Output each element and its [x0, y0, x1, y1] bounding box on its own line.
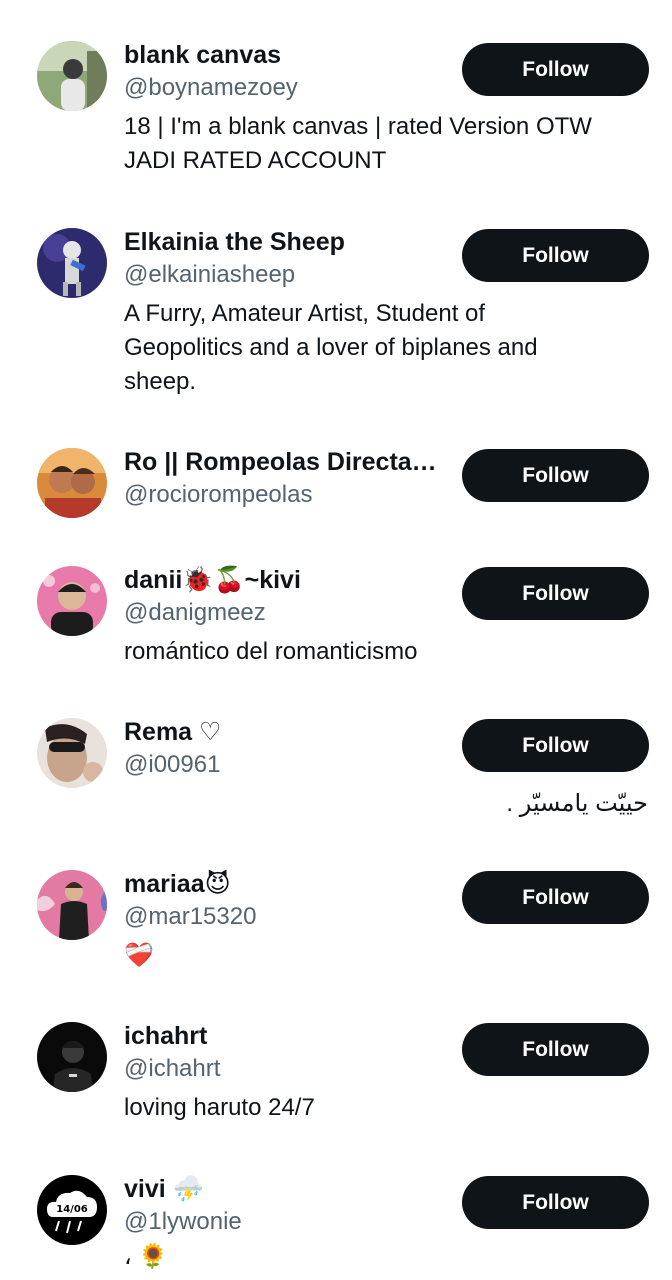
display-name[interactable]: danii🐞🍒~kivi — [124, 565, 301, 595]
display-name[interactable]: Elkainia the Sheep — [124, 227, 345, 257]
display-name[interactable]: blank canvas — [124, 40, 281, 70]
bio: ❤️‍🩹 — [124, 942, 154, 969]
display-name[interactable]: Ro || Rompeolas Directas… — [124, 447, 449, 477]
follow-button[interactable]: Follow — [462, 1176, 649, 1229]
bio: loving haruto 24/7 — [124, 1094, 315, 1121]
follow-button[interactable]: Follow — [462, 719, 649, 772]
display-name[interactable]: Rema ♡ — [124, 717, 221, 747]
username[interactable]: @mar15320 — [124, 902, 256, 932]
bio: ، 🌻 — [124, 1243, 169, 1270]
avatar[interactable]: 14/06 — [37, 1175, 107, 1245]
follow-button[interactable]: Follow — [462, 1023, 649, 1076]
display-name[interactable]: vivi ⛈️ — [124, 1174, 204, 1204]
username[interactable]: @danigmeez — [124, 598, 266, 628]
avatar[interactable] — [37, 448, 107, 518]
username[interactable]: @rociorompeolas — [124, 480, 312, 510]
avatar[interactable] — [37, 228, 107, 298]
bio: romántico del romanticismo — [124, 638, 418, 665]
username[interactable]: @1lywonie — [124, 1207, 242, 1237]
bio: حييّت يامسيّر . — [506, 790, 648, 817]
follow-button[interactable]: Follow — [462, 449, 649, 502]
avatar[interactable] — [37, 566, 107, 636]
follow-button[interactable]: Follow — [462, 567, 649, 620]
follow-button[interactable]: Follow — [462, 871, 649, 924]
display-name[interactable]: mariaa😈 — [124, 869, 231, 899]
username[interactable]: @ichahrt — [124, 1054, 220, 1084]
username[interactable]: @elkainiasheep — [124, 260, 295, 290]
display-name[interactable]: ichahrt — [124, 1021, 207, 1051]
avatar[interactable] — [37, 1022, 107, 1092]
follow-button[interactable]: Follow — [462, 229, 649, 282]
avatar[interactable] — [37, 870, 107, 940]
username[interactable]: @boynamezoey — [124, 73, 298, 103]
bio: A Furry, Amateur Artist, Student of Geop… — [124, 300, 538, 395]
avatar[interactable] — [37, 718, 107, 788]
avatar[interactable] — [37, 41, 107, 111]
follow-button[interactable]: Follow — [462, 43, 649, 96]
username[interactable]: @i00961 — [124, 750, 220, 780]
bio: 18 | I'm a blank canvas | rated Version … — [124, 113, 592, 174]
avatar-text: 14/06 — [56, 1204, 88, 1215]
